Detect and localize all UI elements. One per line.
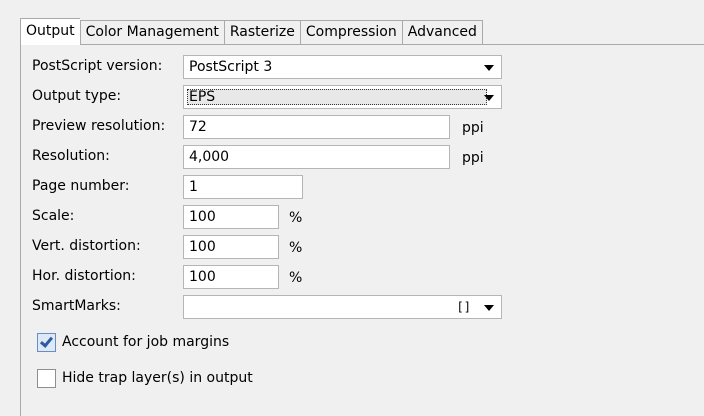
- hide-trap-layers-checkbox[interactable]: [37, 369, 56, 388]
- tab-output[interactable]: Output: [20, 18, 80, 45]
- hor-distortion-label: Hor. distortion:: [32, 268, 136, 284]
- scale-unit: %: [289, 210, 303, 226]
- tab-compression[interactable]: Compression: [299, 20, 402, 45]
- checkmark-icon: [39, 334, 54, 348]
- account-for-job-margins-checkbox[interactable]: [37, 333, 56, 352]
- tab-color-management[interactable]: Color Management: [79, 20, 224, 45]
- postscript-version-select[interactable]: PostScript 3: [183, 55, 502, 79]
- resolution-label: Resolution:: [32, 148, 110, 164]
- preview-resolution-unit: ppi: [462, 120, 484, 136]
- account-for-job-margins-label[interactable]: Account for job margins: [62, 334, 229, 350]
- smartmarks-label: SmartMarks:: [32, 298, 121, 314]
- preview-resolution-label: Preview resolution:: [32, 118, 166, 134]
- vert-distortion-unit: %: [289, 240, 303, 256]
- chevron-down-icon: [484, 305, 494, 311]
- tab-advanced[interactable]: Advanced: [401, 20, 483, 45]
- output-type-label: Output type:: [32, 88, 122, 104]
- smartmarks-select[interactable]: []: [183, 295, 502, 319]
- focus-indicator: [187, 89, 487, 105]
- scale-label: Scale:: [32, 208, 75, 224]
- vert-distortion-input[interactable]: 100: [183, 235, 279, 259]
- bracket-icon: []: [456, 300, 471, 314]
- tab-bar: Output Color Management Rasterize Compre…: [20, 18, 483, 45]
- page-number-input[interactable]: 1: [183, 175, 303, 199]
- chevron-down-icon: [484, 65, 494, 71]
- tab-rasterize[interactable]: Rasterize: [223, 20, 300, 45]
- output-type-select[interactable]: EPS: [183, 85, 502, 109]
- hor-distortion-unit: %: [289, 270, 303, 286]
- output-type-value: EPS: [189, 89, 216, 105]
- page-number-label: Page number:: [32, 178, 130, 194]
- resolution-input[interactable]: 4,000: [183, 145, 450, 169]
- resolution-unit: ppi: [462, 150, 484, 166]
- hide-trap-layers-label[interactable]: Hide trap layer(s) in output: [62, 370, 253, 386]
- hor-distortion-input[interactable]: 100: [183, 265, 279, 289]
- vert-distortion-label: Vert. distortion:: [32, 238, 141, 254]
- scale-input[interactable]: 100: [183, 205, 279, 229]
- preview-resolution-input[interactable]: 72: [183, 115, 450, 139]
- postscript-version-label: PostScript version:: [32, 58, 163, 74]
- postscript-version-value: PostScript 3: [189, 59, 273, 75]
- chevron-down-icon: [484, 95, 494, 101]
